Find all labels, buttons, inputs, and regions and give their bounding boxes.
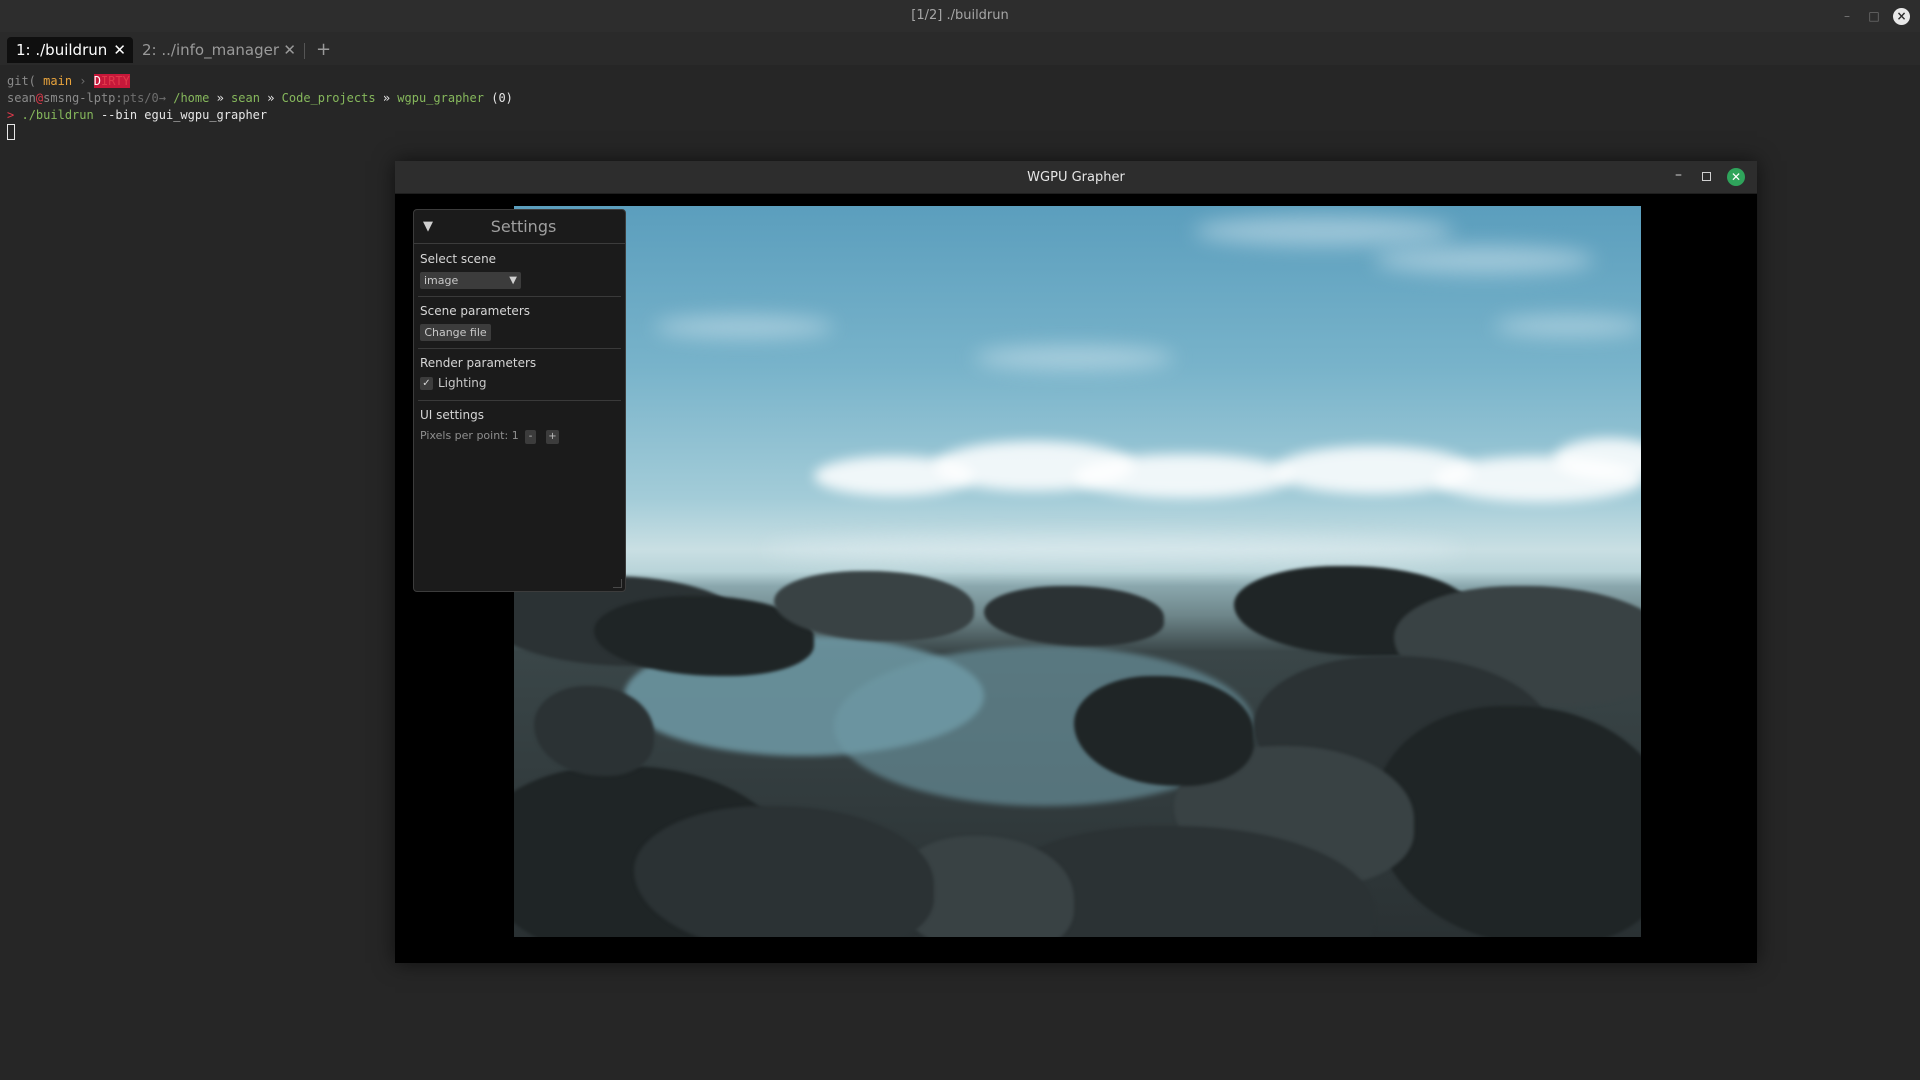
add-tab-button[interactable]: + <box>316 37 331 63</box>
path-sep: » <box>216 91 224 105</box>
tab-close-icon[interactable]: ✕ <box>113 37 126 63</box>
pixels-per-point-label: Pixels per point: 1 <box>420 429 519 442</box>
git-dirty-badge: DIRTY <box>93 74 130 88</box>
select-scene-label: Select scene <box>420 252 497 266</box>
decrease-ppp-button[interactable]: - <box>525 430 536 444</box>
render-parameters-label: Render parameters <box>420 356 537 370</box>
tab-buildrun[interactable]: 1: ./buildrun ✕ <box>7 37 133 63</box>
ui-settings-label: UI settings <box>420 408 484 422</box>
scene-select[interactable]: image ▼ <box>420 272 521 289</box>
wgpu-grapher-window: WGPU Grapher – ✕ ▼ Settings Select scene… <box>395 161 1757 963</box>
increase-ppp-button[interactable]: + <box>546 430 559 444</box>
terminal-window-title: [1/2] ./buildrun <box>911 8 1009 23</box>
settings-header[interactable]: ▼ Settings <box>414 210 625 244</box>
tab-divider <box>304 43 305 59</box>
path-sep: » <box>382 91 391 105</box>
section-divider <box>418 348 621 349</box>
tab-close-icon[interactable]: ✕ <box>283 37 296 63</box>
wgpu-titlebar[interactable]: WGPU Grapher – ✕ <box>395 161 1757 194</box>
git-status-line: git( main › DIRTY <box>7 73 130 89</box>
prompt-user: sean <box>7 91 36 105</box>
terminal-cursor <box>7 124 15 140</box>
render-canvas[interactable]: ▼ Settings Select scene image ▼ Scene pa… <box>395 194 1757 963</box>
command: ./buildrun <box>21 108 94 122</box>
prompt-pts: pts/0 <box>122 91 159 105</box>
lighting-checkbox[interactable]: ✓ <box>420 377 433 390</box>
lighting-label[interactable]: Lighting <box>438 376 487 390</box>
section-divider <box>418 400 621 401</box>
section-divider <box>418 296 621 297</box>
tab-bar: 1: ./buildrun ✕ 2: ../info_manager ✕ + <box>0 32 1920 65</box>
tab-label: 1: ./buildrun <box>16 41 108 59</box>
dirty-first-letter: D <box>93 74 101 88</box>
settings-title: Settings <box>490 217 557 236</box>
close-icon[interactable]: ✕ <box>1727 168 1745 186</box>
wgpu-window-title: WGPU Grapher <box>1027 170 1125 185</box>
prompt-marker: > <box>7 108 15 122</box>
chevron-down-icon: ▼ <box>509 275 517 286</box>
prompt-pts-arrow: → <box>158 91 166 105</box>
exit-code: (0) <box>491 91 513 105</box>
settings-panel: ▼ Settings Select scene image ▼ Scene pa… <box>413 209 626 592</box>
minimize-icon[interactable]: – <box>1838 7 1856 25</box>
close-icon[interactable]: × <box>1893 8 1910 25</box>
path-repo: wgpu_grapher <box>397 91 484 105</box>
rendered-image <box>514 206 1641 937</box>
prompt-host: smsng-lptp: <box>43 91 123 105</box>
dirty-rest: IRTY <box>100 74 130 88</box>
path-home: /home <box>173 91 210 105</box>
maximize-icon[interactable]: □ <box>1865 7 1883 25</box>
path-sep: » <box>267 91 275 105</box>
scene-select-value: image <box>424 274 459 287</box>
git-branch: main <box>43 74 73 88</box>
terminal-titlebar: [1/2] ./buildrun – □ × <box>0 0 1920 32</box>
tab-label: 2: ../info_manager <box>142 41 280 59</box>
prompt-path-line: sean@smsng-lptp:pts/0→ /home » sean » Co… <box>7 90 513 106</box>
change-file-button[interactable]: Change file <box>420 324 491 341</box>
minimize-icon[interactable]: – <box>1675 167 1682 183</box>
git-prefix: git( <box>7 74 36 88</box>
path-projects: Code_projects <box>281 91 376 105</box>
scene-parameters-label: Scene parameters <box>420 304 531 318</box>
resize-handle[interactable] <box>613 579 622 588</box>
tab-info-manager[interactable]: 2: ../info_manager ✕ <box>133 37 303 63</box>
command-line: > ./buildrun --bin egui_wgpu_grapher <box>7 107 267 123</box>
path-user: sean <box>231 91 260 105</box>
command-args: --bin egui_wgpu_grapher <box>100 108 268 122</box>
git-arrow: › <box>79 74 87 88</box>
maximize-icon[interactable] <box>1702 172 1711 181</box>
